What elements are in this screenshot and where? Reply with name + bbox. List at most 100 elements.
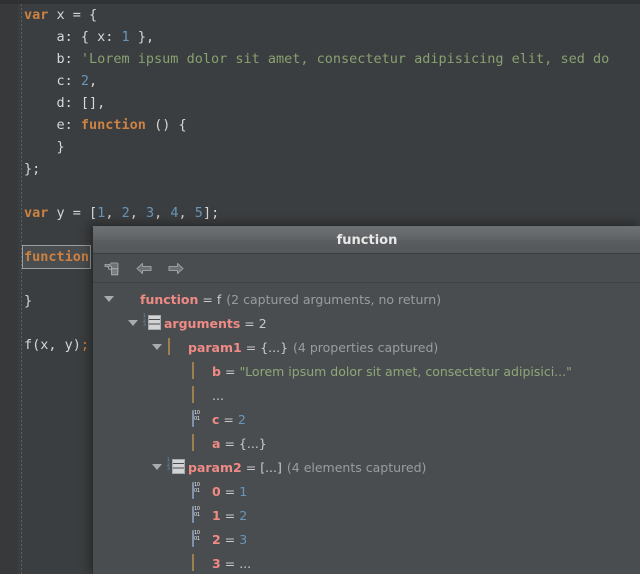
array-value-icon: 123 — [167, 459, 183, 475]
highlighted-identifier[interactable]: function — [23, 246, 90, 268]
tree-node-value: 1 — [239, 484, 247, 499]
tree-row[interactable]: 123 param2 = [...] (4 elements captured) — [93, 455, 640, 479]
number-value-icon — [191, 507, 207, 523]
code-token: 4 — [170, 205, 178, 221]
snapshot-icon[interactable] — [101, 257, 123, 279]
code-token: function — [81, 117, 146, 133]
object-value-icon — [191, 363, 207, 379]
code-token: ; — [81, 337, 89, 353]
tree-node-value: {...} — [260, 340, 288, 355]
object-value-icon — [167, 339, 183, 355]
code-token: a: { x: — [24, 29, 122, 45]
code-token: e: — [24, 117, 81, 133]
code-line — [24, 180, 640, 202]
tree-equals-sign: = — [225, 508, 235, 523]
tree-node-name: function — [140, 292, 198, 307]
code-line: d: [], — [24, 92, 640, 114]
tree-node-value: f — [217, 292, 221, 307]
variables-tree[interactable]: function = f (2 captured arguments, no retu… — [93, 283, 640, 574]
tree-node-value: 3 — [239, 532, 247, 547]
tree-row[interactable]: a={...} — [93, 431, 640, 455]
code-token: }, — [130, 29, 154, 45]
tree-node-name: param1 — [188, 340, 242, 355]
tree-node-value: "Lorem ipsum dolor sit amet, consectetur… — [239, 364, 571, 379]
back-arrow-icon[interactable] — [133, 257, 155, 279]
code-line: a: { x: 1 }, — [24, 26, 640, 48]
code-token: var — [24, 7, 48, 23]
tree-node-value: {...} — [239, 436, 267, 451]
object-value-icon — [191, 555, 207, 571]
object-value-icon — [191, 435, 207, 451]
code-token: 3 — [146, 205, 154, 221]
code-token: } — [24, 293, 32, 309]
tree-equals-sign: = — [202, 292, 212, 307]
tree-row[interactable]: 1 = 2 — [93, 503, 640, 527]
code-line: } — [24, 136, 640, 158]
tree-equals-sign: = — [225, 484, 235, 499]
number-value-icon — [191, 531, 207, 547]
tree-equals-sign: = — [225, 364, 235, 379]
tree-equals-sign: = — [246, 340, 256, 355]
code-token: y = [ — [48, 205, 97, 221]
code-token: , — [179, 205, 195, 221]
tree-equals-sign: = — [246, 460, 256, 475]
tree-node-name: a — [212, 436, 220, 451]
code-token: , — [130, 205, 146, 221]
expand-arrow-icon[interactable] — [149, 339, 165, 355]
code-line: e: function () { — [24, 114, 640, 136]
tree-node-note: (4 properties captured) — [293, 340, 438, 355]
code-token: 2 — [122, 205, 130, 221]
code-line: var y = [1, 2, 3, 4, 5]; — [24, 202, 640, 224]
code-token: , — [105, 205, 121, 221]
tree-node-name: 3 — [212, 556, 221, 571]
code-token: 'Lorem ipsum dolor sit amet, consectetur… — [81, 51, 609, 67]
tree-equals-sign: = — [223, 412, 233, 427]
code-line: b: 'Lorem ipsum dolor sit amet, consecte… — [24, 48, 640, 70]
tree-row[interactable]: function = f (2 captured arguments, no retu… — [93, 287, 640, 311]
editor-gutter — [0, 4, 18, 574]
forward-arrow-icon[interactable] — [165, 257, 187, 279]
panel-title-bar: function — [93, 227, 640, 254]
tree-node-name: c — [212, 412, 219, 427]
code-token: ]; — [203, 205, 219, 221]
code-token: d: [], — [24, 95, 105, 111]
tree-node-note: (2 captured arguments, no return) — [226, 292, 441, 307]
tree-row[interactable]: 123arguments=2 — [93, 311, 640, 335]
tree-row[interactable]: 2=3 — [93, 527, 640, 551]
code-token: c: — [24, 73, 81, 89]
expand-arrow-icon[interactable] — [125, 315, 141, 331]
object-value-icon — [191, 387, 207, 403]
tree-row[interactable]: 3=... — [93, 551, 640, 574]
tree-node-value: 2 — [238, 412, 246, 427]
number-value-icon — [191, 483, 207, 499]
tree-row[interactable]: c = 2 — [93, 407, 640, 431]
tree-row[interactable]: 0 = 1 — [93, 479, 640, 503]
code-line: c: 2, — [24, 70, 640, 92]
tree-node-value: 2 — [259, 316, 267, 331]
tree-node-name: arguments — [164, 316, 240, 331]
code-token: f(x, y) — [24, 337, 81, 353]
code-token: 1 — [122, 29, 130, 45]
code-token: x = { — [48, 7, 97, 23]
tree-row[interactable]: b = "Lorem ipsum dolor sit amet, consectet… — [93, 359, 640, 383]
editor-margin-guide — [21, 4, 22, 574]
tree-row[interactable]: ... — [93, 383, 640, 407]
tree-row[interactable]: param1 = {...} (4 properties captured) — [93, 335, 640, 359]
expand-arrow-icon[interactable] — [149, 459, 165, 475]
tree-node-note: (4 elements captured) — [287, 460, 427, 475]
tree-node-name: 2 — [212, 532, 221, 547]
code-token: 2 — [81, 73, 89, 89]
ide-window: var x = { a: { x: 1 }, b: 'Lorem ipsum d… — [0, 0, 640, 574]
tree-node-name: param2 — [188, 460, 242, 475]
expand-arrow-icon[interactable] — [101, 291, 117, 307]
tree-node-value: 2 — [239, 508, 247, 523]
tree-node-value: ... — [212, 388, 224, 403]
tree-node-name: 0 — [212, 484, 221, 499]
code-token: () { — [146, 117, 187, 133]
code-line: }; — [24, 158, 640, 180]
tree-equals-sign: = — [225, 556, 235, 571]
tree-node-name: b — [212, 364, 221, 379]
tree-node-name: 1 — [212, 508, 221, 523]
code-token: , — [154, 205, 170, 221]
tree-node-value: [...] — [260, 460, 282, 475]
